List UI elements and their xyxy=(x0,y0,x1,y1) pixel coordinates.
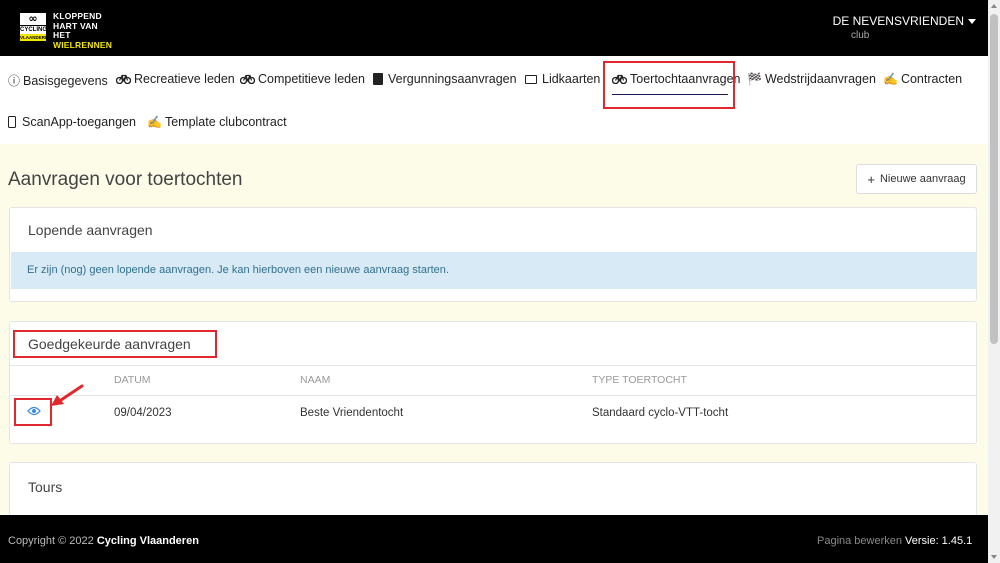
annotation-highlight-eye xyxy=(14,398,52,426)
nav-template-clubcontract[interactable]: ✍ Template clubcontract xyxy=(147,115,287,129)
divider xyxy=(10,395,976,396)
row-datum: 09/04/2023 xyxy=(114,407,172,419)
nav-lidkaarten[interactable]: Lidkaarten xyxy=(525,72,600,86)
tours-panel: Tours xyxy=(9,462,977,522)
nav-wedstrijdaanvragen[interactable]: 🏁 Wedstrijdaanvragen xyxy=(747,72,876,86)
annotation-arrow-icon xyxy=(51,384,84,406)
tours-title: Tours xyxy=(28,479,63,495)
club-name: DE NEVENSVRIENDEN xyxy=(832,14,964,28)
row-type: Standaard cyclo-VTT-tocht xyxy=(592,407,729,419)
logo-mark: ∞ CYCLING VLAANDEREN xyxy=(20,12,52,41)
club-nav xyxy=(0,56,988,144)
caret-down-icon xyxy=(968,19,976,25)
contract-icon: ✍ xyxy=(883,72,898,86)
copyright: Copyright © 2022 Cycling Vlaanderen xyxy=(8,535,199,547)
plus-icon: + xyxy=(867,171,875,187)
bicycle-icon xyxy=(240,74,255,84)
contract-icon: ✍ xyxy=(147,115,162,129)
copyright-owner: Cycling Vlaanderen xyxy=(96,535,199,547)
nav-recreatieve-leden[interactable]: Recreatieve leden xyxy=(116,72,235,86)
cycling-vlaanderen-logo[interactable]: ∞ CYCLING VLAANDEREN KLOPPEND HART VAN H… xyxy=(18,11,118,49)
footer: Copyright © 2022 Cycling Vlaanderen Pagi… xyxy=(0,515,988,563)
version-label: Versie: 1.45.1 xyxy=(905,535,973,547)
top-header: ∞ CYCLING VLAANDEREN KLOPPEND HART VAN H… xyxy=(0,0,988,56)
bicycle-icon xyxy=(116,74,131,84)
running-requests-panel: Lopende aanvragen Er zijn (nog) geen lop… xyxy=(9,207,977,302)
phone-icon xyxy=(8,116,16,128)
page-scrollbar[interactable] xyxy=(988,0,1000,563)
scroll-down-icon[interactable] xyxy=(991,555,997,559)
annotation-highlight-title xyxy=(13,330,217,358)
new-request-button[interactable]: + Nieuwe aanvraag xyxy=(856,164,977,194)
edit-page-link[interactable]: Pagina bewerken · xyxy=(817,535,912,547)
nav-basisgegevens[interactable]: ⓘ Basisgegevens xyxy=(8,72,108,89)
running-requests-title: Lopende aanvragen xyxy=(28,222,153,238)
nav-vergunningsaanvragen[interactable]: Vergunningsaanvragen xyxy=(373,72,517,86)
club-role: club xyxy=(851,30,870,41)
page-title: Aanvragen voor toertochten xyxy=(8,169,243,190)
column-header-datum: DATUM xyxy=(114,374,151,386)
license-icon xyxy=(373,73,383,85)
club-switcher[interactable]: DE NEVENSVRIENDEN xyxy=(833,14,976,28)
checkered-flag-icon: 🏁 xyxy=(747,72,762,86)
row-naam: Beste Vriendentocht xyxy=(300,407,404,419)
scrollbar-thumb[interactable] xyxy=(990,14,998,344)
logo-text: KLOPPEND HART VAN HET WIELRENNEN xyxy=(53,11,113,50)
nav-scanapp-toegangen[interactable]: ScanApp-toegangen xyxy=(8,115,136,129)
annotation-highlight-nav xyxy=(603,61,735,109)
scroll-up-icon[interactable] xyxy=(991,4,997,8)
column-header-type: TYPE TOERTOCHT xyxy=(592,374,687,386)
card-icon xyxy=(525,74,537,84)
nav-contracten[interactable]: ✍ Contracten xyxy=(883,72,962,86)
nav-competitieve-leden[interactable]: Competitieve leden xyxy=(240,72,365,86)
empty-info-alert: Er zijn (nog) geen lopende aanvragen. Je… xyxy=(11,252,976,289)
divider xyxy=(10,365,976,366)
info-circle-icon: ⓘ xyxy=(8,74,21,88)
column-header-naam: NAAM xyxy=(300,374,331,386)
